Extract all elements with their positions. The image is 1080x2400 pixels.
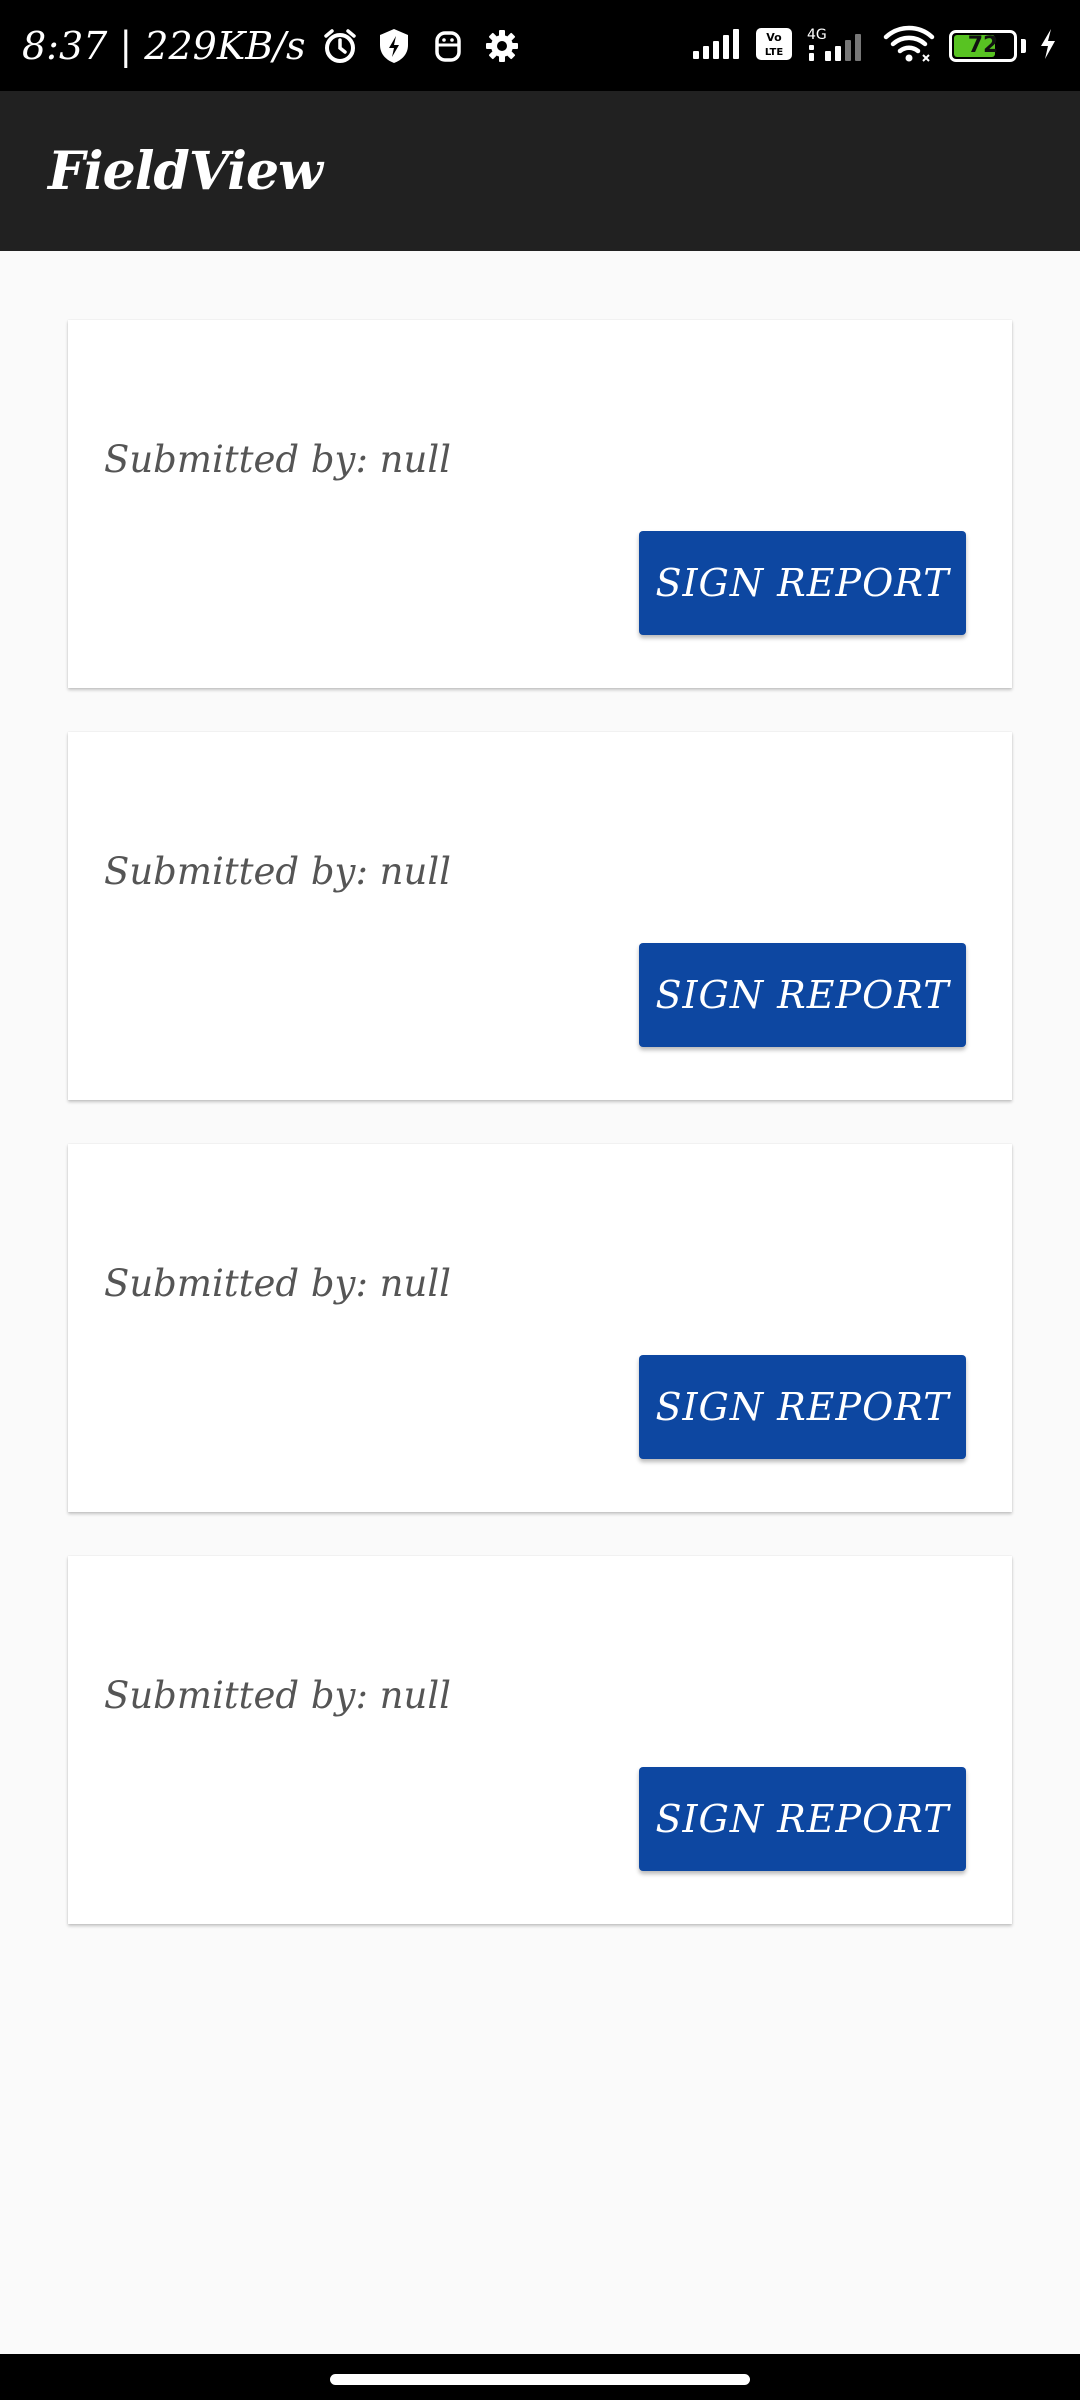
signal-icon (691, 27, 743, 65)
4g-signal-icon: 4G (805, 25, 871, 67)
submitted-by-label: Submitted by: null (104, 850, 452, 893)
status-bar-right: Vo LTE 4G 72 (691, 25, 1058, 67)
svg-text:Vo: Vo (766, 31, 782, 44)
sign-report-button[interactable]: SIGN REPORT (639, 1355, 966, 1459)
report-card: Submitted by: null SIGN REPORT (68, 320, 1012, 688)
shield-icon (375, 27, 413, 65)
status-time-speed: 8:37 | 229KB/s (22, 23, 306, 68)
status-bar-left: 8:37 | 229KB/s (22, 24, 521, 68)
gear-icon (483, 27, 521, 65)
submitted-by-label: Submitted by: null (104, 1262, 452, 1305)
report-card: Submitted by: null SIGN REPORT (68, 1144, 1012, 1512)
status-bar: 8:37 | 229KB/s Vo LTE 4G 72 (0, 0, 1080, 91)
report-card: Submitted by: null SIGN REPORT (68, 1556, 1012, 1924)
app-title: FieldView (48, 140, 323, 202)
app-bar: FieldView (0, 91, 1080, 251)
sign-report-button[interactable]: SIGN REPORT (639, 531, 966, 635)
svg-text:LTE: LTE (765, 47, 784, 58)
report-card: Submitted by: null SIGN REPORT (68, 732, 1012, 1100)
battery-level: 72 (967, 33, 999, 58)
submitted-by-label: Submitted by: null (104, 438, 452, 481)
sign-report-button[interactable]: SIGN REPORT (639, 943, 966, 1047)
submitted-by-label: Submitted by: null (104, 1674, 452, 1717)
svg-text:4G: 4G (807, 27, 827, 43)
alarm-icon (321, 27, 359, 65)
home-gesture-handle[interactable] (330, 2374, 750, 2385)
robot-icon (429, 27, 467, 65)
sign-report-button[interactable]: SIGN REPORT (639, 1767, 966, 1871)
navigation-bar (0, 2354, 1080, 2400)
wifi-icon (883, 25, 937, 67)
charging-icon (1038, 27, 1058, 65)
battery-icon: 72 (949, 29, 1017, 62)
volte-icon: Vo LTE (755, 27, 793, 65)
